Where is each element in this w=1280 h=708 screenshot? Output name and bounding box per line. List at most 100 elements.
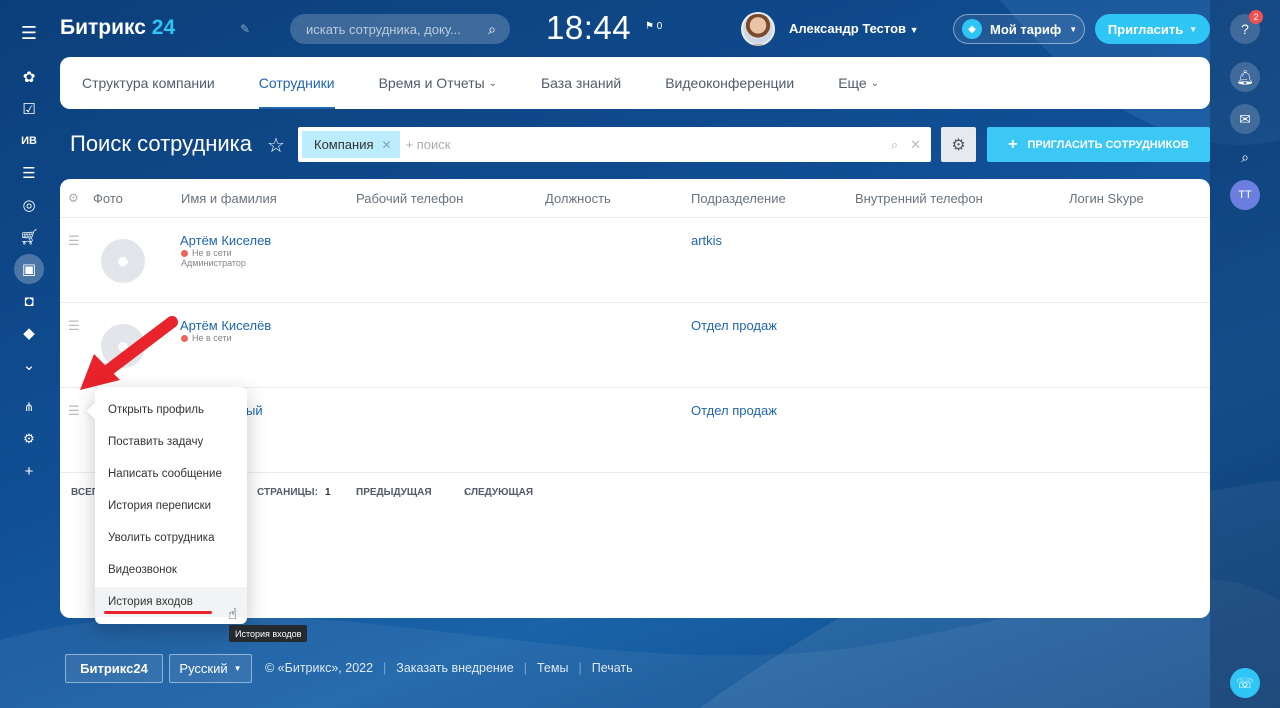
tab-employees[interactable]: Сотрудники xyxy=(258,57,335,109)
column-header[interactable]: Внутренний телефон xyxy=(855,191,983,206)
search-icon[interactable]: ⌕ xyxy=(891,137,898,153)
search-icon[interactable]: ⌕ xyxy=(1230,142,1260,172)
employee-department[interactable]: Отдел продаж xyxy=(691,318,777,333)
page-number[interactable]: 1 xyxy=(325,487,331,498)
menu-item-chat-history[interactable]: История переписки xyxy=(95,491,247,521)
edit-pencil-icon[interactable]: ✎ xyxy=(240,22,250,36)
status-badge: Не в сети xyxy=(181,248,232,258)
filter-tag[interactable]: Компания ✕ xyxy=(302,131,400,158)
row-menu-icon[interactable]: ☰ xyxy=(68,403,80,419)
menu-icon[interactable]: ☰ xyxy=(14,18,44,48)
feed-icon[interactable]: ✿ xyxy=(14,62,44,92)
language-label: Русский xyxy=(179,661,228,676)
menu-item-write-message[interactable]: Написать сообщение xyxy=(95,459,247,489)
box-icon[interactable]: ◆ xyxy=(14,318,44,348)
top-navigation: Структура компании Сотрудники Время и От… xyxy=(60,57,1210,109)
more-icon[interactable]: ⌄ xyxy=(14,350,44,380)
tasks-icon[interactable]: ☑ xyxy=(14,94,44,124)
chevron-down-icon: ▼ xyxy=(1069,24,1078,34)
chevron-down-icon: ⌄ xyxy=(870,77,879,89)
close-icon[interactable]: ✕ xyxy=(382,138,392,152)
help-icon[interactable]: ? 2 xyxy=(1230,10,1263,44)
avatar[interactable]: ТТ xyxy=(1230,180,1260,210)
chat-icon[interactable]: ✉ xyxy=(1230,104,1260,134)
tab-more[interactable]: Еще ⌄ xyxy=(838,57,879,109)
grid-settings-icon[interactable]: ⚙ xyxy=(68,191,79,205)
contacts-icon[interactable]: ▣ xyxy=(14,254,44,284)
search-placeholder: искать сотрудника, доку... xyxy=(306,21,461,37)
invite-employees-button[interactable]: + ПРИГЛАСИТЬ СОТРУДНИКОВ xyxy=(987,127,1210,162)
sitemap-icon[interactable]: ⋔ xyxy=(14,392,44,422)
user-avatar[interactable] xyxy=(741,12,775,46)
menu-item-set-task[interactable]: Поставить задачу xyxy=(95,427,247,457)
footer-link-print[interactable]: Печать xyxy=(592,661,633,675)
menu-item-open-profile[interactable]: Открыть профиль xyxy=(95,395,247,425)
status-text: Не в сети xyxy=(192,333,232,343)
right-sidebar: ? 2 🔔︎ ✉ ⌕ ТТ ☏ xyxy=(1210,0,1280,708)
employee-role: Администратор xyxy=(181,258,246,268)
left-sidebar: ☰ ✿ ☑ ИВ ☰ ◎ 🛒︎ ▣ ◘ ◆ ⌄ ⋔ ⚙ + xyxy=(0,0,58,708)
flag-counter[interactable]: ⚑ 0 xyxy=(645,21,662,32)
robot-icon[interactable]: ◘ xyxy=(14,286,44,316)
row-context-menu: Открыть профиль Поставить задачу Написат… xyxy=(95,387,247,624)
footer-link-order[interactable]: Заказать внедрение xyxy=(396,661,513,675)
search-icon[interactable]: ⌕ xyxy=(488,21,496,38)
logo-text: Битрикс xyxy=(60,16,146,39)
pages-label: СТРАНИЦЫ: xyxy=(257,487,318,498)
column-header[interactable]: Подразделение xyxy=(691,191,786,206)
open-lines-icon[interactable]: ☏ xyxy=(1230,668,1260,698)
logo[interactable]: Битрикс 24 xyxy=(60,16,175,40)
invite-employees-label: ПРИГЛАСИТЬ СОТРУДНИКОВ xyxy=(1027,138,1189,151)
filter-tag-label: Компания xyxy=(314,137,374,152)
employee-name[interactable]: Артём Киселёв xyxy=(180,318,271,333)
column-header[interactable]: Логин Skype xyxy=(1069,191,1144,206)
clear-icon[interactable]: ✕ xyxy=(910,137,921,153)
clock[interactable]: 18:44 xyxy=(546,9,631,47)
footer-logo[interactable]: Битрикс24 xyxy=(65,654,163,683)
user-menu[interactable]: Александр Тестов ▼ xyxy=(789,21,919,36)
employee-name[interactable]: Артём Киселев xyxy=(180,233,271,248)
tab-label: Время и Отчеты xyxy=(378,75,485,91)
employee-department[interactable]: artkis xyxy=(691,233,722,248)
footer-link-themes[interactable]: Темы xyxy=(537,661,568,675)
invite-label: Пригласить xyxy=(1107,21,1184,37)
target-icon[interactable]: ◎ xyxy=(14,190,44,220)
plus-icon: + xyxy=(1008,135,1018,153)
sidebar-item-iv[interactable]: ИВ xyxy=(14,126,44,156)
menu-item-fire-employee[interactable]: Уволить сотрудника xyxy=(95,523,247,553)
menu-item-video-call[interactable]: Видеозвонок xyxy=(95,555,247,585)
language-select[interactable]: Русский ▼ xyxy=(169,654,252,683)
tab-knowledge-base[interactable]: База знаний xyxy=(541,57,621,109)
star-icon[interactable]: ☆ xyxy=(267,133,285,158)
search-input[interactable]: искать сотрудника, доку... ⌕ xyxy=(290,14,510,44)
next-label: СЛЕДУЮЩАЯ xyxy=(464,487,534,498)
tariff-button[interactable]: ◆ Мой тариф ▼ xyxy=(953,14,1085,44)
column-header[interactable]: Фото xyxy=(93,191,123,206)
column-header[interactable]: Рабочий телефон xyxy=(356,191,463,206)
cart-icon[interactable]: 🛒︎ xyxy=(14,222,44,252)
settings-button[interactable]: ⚙ xyxy=(941,127,976,162)
total-label: ВСЕГ xyxy=(71,487,98,498)
page-title: Поиск сотрудника xyxy=(70,131,253,156)
avatar[interactable]: ● xyxy=(101,239,145,283)
gear-icon[interactable]: ⚙ xyxy=(14,424,44,454)
plus-icon[interactable]: + xyxy=(14,456,44,486)
help-badge: 2 xyxy=(1249,10,1263,24)
column-header[interactable]: Должность xyxy=(545,191,611,206)
filter-input[interactable]: + поиск xyxy=(406,137,891,152)
filter-search[interactable]: Компания ✕ + поиск ⌕ ✕ xyxy=(298,127,931,162)
employee-department[interactable]: Отдел продаж xyxy=(691,403,777,418)
filter-icon[interactable]: ☰ xyxy=(14,158,44,188)
tab-video-conferences[interactable]: Видеоконференции xyxy=(665,57,794,109)
table-row: ☰ ● Артём Киселев Не в сети Администрато… xyxy=(60,218,1210,303)
bell-icon[interactable]: 🔔︎ xyxy=(1230,62,1260,92)
tab-time-reports[interactable]: Время и Отчеты ⌄ xyxy=(379,57,497,109)
invite-button[interactable]: Пригласить ▼ xyxy=(1095,14,1210,44)
grid-header: ⚙ Фото Имя и фамилия Рабочий телефон Дол… xyxy=(60,179,1210,218)
tab-company-structure[interactable]: Структура компании xyxy=(82,57,215,109)
chevron-down-icon: ⌄ xyxy=(488,77,497,89)
row-menu-icon[interactable]: ☰ xyxy=(68,233,80,249)
employee-name[interactable]: ый xyxy=(246,403,263,418)
column-header[interactable]: Имя и фамилия xyxy=(181,191,277,206)
tab-label: Еще xyxy=(838,75,867,91)
